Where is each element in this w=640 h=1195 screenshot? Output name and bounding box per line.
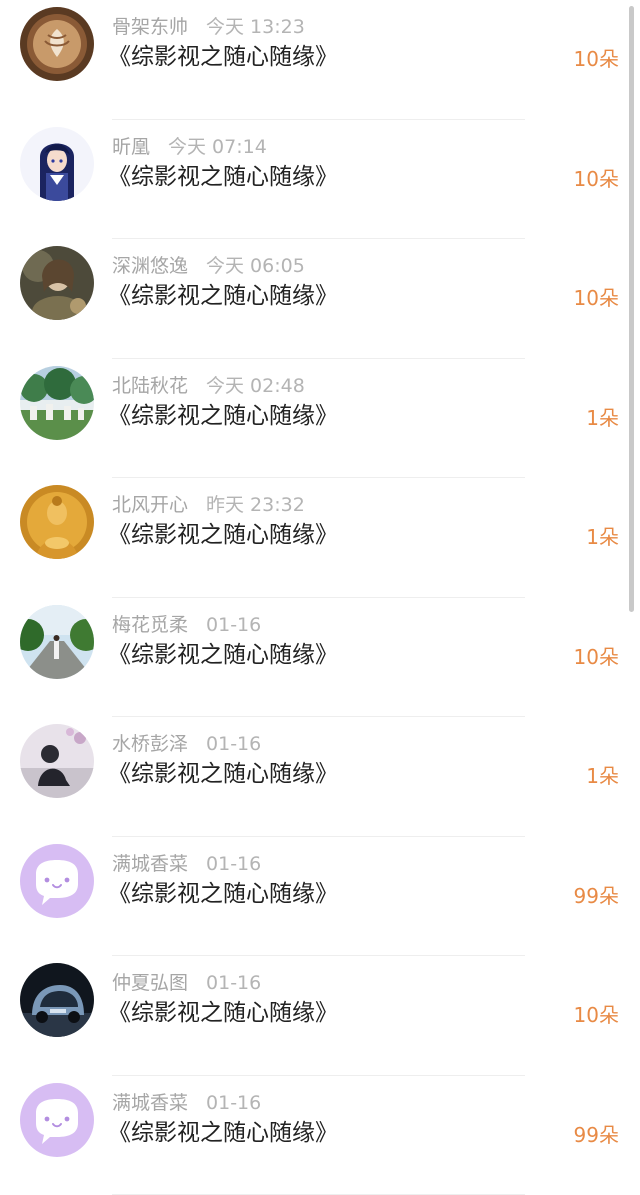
flower-amount: 1朵 [586,762,619,790]
book-title[interactable]: 《综影视之随心随缘》 [108,280,338,312]
list-item[interactable]: 深渊悠逸今天 06:05《综影视之随心随缘》10朵 [0,239,640,359]
meta-line: 满城香菜 01-16 [112,1090,261,1116]
book-title[interactable]: 《综影视之随心随缘》 [108,997,338,1029]
list-item[interactable]: 满城香菜 01-16 《综影视之随心随缘》 99朵 [0,837,640,957]
flower-amount: 10朵 [574,643,619,671]
timestamp: 今天 02:48 [206,375,305,397]
book-title[interactable]: 《综影视之随心随缘》 [108,1117,338,1149]
timestamp: 01-16 [206,733,261,755]
username[interactable]: 北陆秋花 [112,375,188,397]
anime-girl-avatar-icon[interactable] [20,127,94,201]
chat-bubble-avatar-icon[interactable] [20,844,94,918]
flower-amount: 10朵 [574,45,619,73]
list-item[interactable]: 北陆秋花今天 02:48《综影视之随心随缘》1朵 [0,359,640,479]
meta-line: 北陆秋花今天 02:48 [112,373,305,399]
flower-amount: 1朵 [586,404,619,432]
book-title[interactable]: 《综影视之随心随缘》 [108,519,338,551]
timestamp: 今天 13:23 [206,16,305,38]
flower-amount: 10朵 [574,284,619,312]
list-item[interactable]: 昕凰今天 07:14《综影视之随心随缘》10朵 [0,120,640,240]
meta-line: 昕凰今天 07:14 [112,134,267,160]
gift-record-list: 骨架东帅今天 13:23《综影视之随心随缘》10朵昕凰今天 07:14《综影视之… [0,0,640,1195]
scrollbar[interactable] [629,6,634,612]
list-item[interactable]: 梅花觅柔 01-16 《综影视之随心随缘》 10朵 [0,598,640,718]
username[interactable]: 水桥彭泽 [112,733,188,755]
meta-line: 深渊悠逸今天 06:05 [112,253,305,279]
meta-line: 水桥彭泽 01-16 [112,731,261,757]
flower-amount: 99朵 [574,1121,619,1149]
road-walker-avatar-icon[interactable] [20,605,94,679]
timestamp: 昨天 23:32 [206,494,305,516]
book-title[interactable]: 《综影视之随心随缘》 [108,41,338,73]
chat-bubble-avatar-icon[interactable] [20,1083,94,1157]
username[interactable]: 深渊悠逸 [112,255,188,277]
timestamp: 今天 07:14 [168,136,267,158]
list-item[interactable]: 满城香菜 01-16 《综影视之随心随缘》 99朵 [0,1076,640,1195]
timestamp: 01-16 [206,1092,261,1114]
book-title[interactable]: 《综影视之随心随缘》 [108,639,338,671]
username[interactable]: 昕凰 [112,136,150,158]
list-item[interactable]: 仲夏弘图 01-16 《综影视之随心随缘》 10朵 [0,956,640,1076]
username[interactable]: 仲夏弘图 [112,972,188,994]
username[interactable]: 北风开心 [112,494,188,516]
book-title[interactable]: 《综影视之随心随缘》 [108,758,338,790]
meta-line: 仲夏弘图 01-16 [112,970,261,996]
list-item[interactable]: 水桥彭泽 01-16 《综影视之随心随缘》 1朵 [0,717,640,837]
meta-line: 满城香菜 01-16 [112,851,261,877]
concept-car-avatar-icon[interactable] [20,963,94,1037]
timestamp: 今天 06:05 [206,255,305,277]
username[interactable]: 骨架东帅 [112,16,188,38]
username[interactable]: 梅花觅柔 [112,614,188,636]
meta-line: 梅花觅柔 01-16 [112,612,261,638]
meta-line: 北风开心昨天 23:32 [112,492,305,518]
flower-amount: 10朵 [574,1001,619,1029]
blurry-girl-avatar-icon[interactable] [20,246,94,320]
golden-buddha-avatar-icon[interactable] [20,485,94,559]
meta-line: 骨架东帅今天 13:23 [112,14,305,40]
timestamp: 01-16 [206,614,261,636]
list-item[interactable]: 北风开心昨天 23:32《综影视之随心随缘》1朵 [0,478,640,598]
list-item[interactable]: 骨架东帅今天 13:23《综影视之随心随缘》10朵 [0,0,640,120]
cemetery-avatar-icon[interactable] [20,366,94,440]
timestamp: 01-16 [206,972,261,994]
flower-amount: 99朵 [574,882,619,910]
flower-amount: 10朵 [574,165,619,193]
flower-amount: 1朵 [586,523,619,551]
username[interactable]: 满城香菜 [112,1092,188,1114]
username[interactable]: 满城香菜 [112,853,188,875]
book-title[interactable]: 《综影视之随心随缘》 [108,161,338,193]
timestamp: 01-16 [206,853,261,875]
latte-art-avatar-icon[interactable] [20,7,94,81]
book-title[interactable]: 《综影视之随心随缘》 [108,878,338,910]
sitting-figure-avatar-icon[interactable] [20,724,94,798]
book-title[interactable]: 《综影视之随心随缘》 [108,400,338,432]
